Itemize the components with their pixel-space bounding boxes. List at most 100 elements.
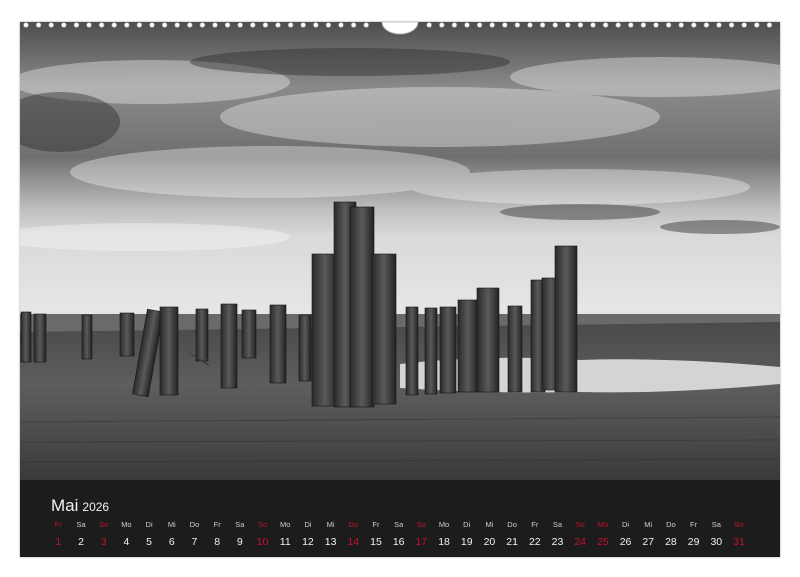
day-number: 7 [191,536,198,548]
binding-hole [124,22,130,28]
binding-hole [23,22,29,28]
day-number: 31 [733,536,745,548]
day-cell: Mi 13 [319,520,342,549]
day-number: 24 [574,536,586,548]
binding-hole [728,22,735,28]
day-number: 13 [324,536,337,548]
binding-hole [363,22,369,28]
beach-photo [20,22,780,480]
day-number: 19 [460,536,473,548]
weekday-label: Sa [711,520,721,529]
weekday-label: Di [621,520,630,529]
day-number: 12 [302,536,314,548]
weekday-label: So [257,520,268,529]
binding-hole [73,22,80,28]
binding-hole [502,22,508,28]
day-cell: Do 14 [342,520,365,549]
binding-hole [275,22,281,28]
spiral-binding [23,21,773,35]
weekday-label: Mi [167,520,176,529]
binding-hole [565,22,571,28]
binding-hole [199,22,206,28]
weekday-label: Mo [438,520,450,529]
day-grid: Fr 1 Sa 2 So 3 Mo 4 Di 5 Mi 6 Do 7 Fr 8 Sa 9 So 10 Mo 11 Di 12 M… [47,520,750,549]
day-number: 23 [551,536,564,548]
weekday-label: Fr [213,520,221,529]
day-cell: Sa 2 [70,520,93,549]
binding-hole [300,22,306,28]
binding-hole [111,22,117,28]
day-number: 30 [710,536,723,548]
day-cell: Mi 20 [478,520,501,549]
day-cell: Di 12 [297,520,320,549]
binding-hole [628,22,634,28]
binding-hole [136,22,143,28]
day-cell: Sa 23 [546,520,569,549]
day-cell: Sa 9 [229,520,252,549]
weekday-label: Mi [326,520,335,529]
weekday-label: So [734,520,744,529]
binding-hole [602,22,609,28]
day-cell: Mo 4 [115,520,138,549]
day-number: 20 [483,536,496,548]
binding-hole [678,22,684,28]
binding-hole [262,22,269,28]
binding-hole [187,22,193,28]
binding-hole [48,22,54,28]
weekday-label: Sa [235,520,245,529]
binding-hole [98,22,105,28]
weekday-label: Di [463,520,471,529]
binding-hole [754,22,760,28]
day-number: 21 [506,536,518,548]
binding-hole [653,22,659,28]
day-number: 18 [438,536,450,548]
day-cell: So 24 [569,520,592,549]
day-number: 4 [123,536,130,548]
binding-hole [287,22,294,28]
weekday-label: Sa [552,520,563,529]
weekday-label: Do [189,520,200,529]
day-cell: Do 28 [660,520,683,549]
hanger-notch [381,21,419,35]
binding-hole [766,22,773,28]
day-cell: So 3 [92,520,115,549]
day-cell: Fr 8 [206,520,229,549]
binding-hole [350,22,357,28]
day-number: 9 [236,536,243,548]
binding-hole [86,22,92,28]
binding-hole [250,22,256,28]
day-cell: Fr 15 [365,520,388,549]
year: 2026 [82,500,110,514]
weekday-label: Di [145,520,153,529]
month-heading: Mai 2026 [51,496,109,516]
binding-hole [691,22,697,28]
day-cell: So 31 [728,520,751,549]
day-number: 5 [146,536,153,548]
day-cell: Mo 25 [592,520,615,549]
weekday-label: Do [666,520,676,529]
calendar-page: Mai 2026 Fr 1 Sa 2 So 3 Mo 4 Di 5 Mi 6 Do 7 Fr 8 Sa 9 So 10 M… [20,22,780,557]
weekday-label: So [416,520,426,529]
binding-hole [237,22,243,28]
day-cell: Sa 30 [705,520,728,549]
day-cell: Mo 11 [274,520,297,549]
day-number: 27 [642,536,655,548]
day-number: 2 [78,536,84,548]
binding-hole [514,22,521,28]
day-number: 28 [665,536,677,548]
day-cell: Mi 27 [637,520,660,549]
binding-hole [61,22,67,28]
binding-hole [174,22,180,28]
binding-hole [464,22,470,28]
binding-hole [741,22,747,28]
calendar-strip: Mai 2026 Fr 1 Sa 2 So 3 Mo 4 Di 5 Mi 6 Do 7 Fr 8 Sa 9 So 10 M… [20,480,780,557]
day-number: 25 [597,536,609,548]
binding-hole [703,22,710,28]
binding-hole [313,22,319,28]
binding-hole [665,22,672,28]
day-number: 3 [100,536,107,548]
binding-hole [552,22,558,28]
weekday-label: Di [304,520,312,529]
day-cell: Di 5 [138,520,161,549]
day-number: 17 [415,536,428,548]
